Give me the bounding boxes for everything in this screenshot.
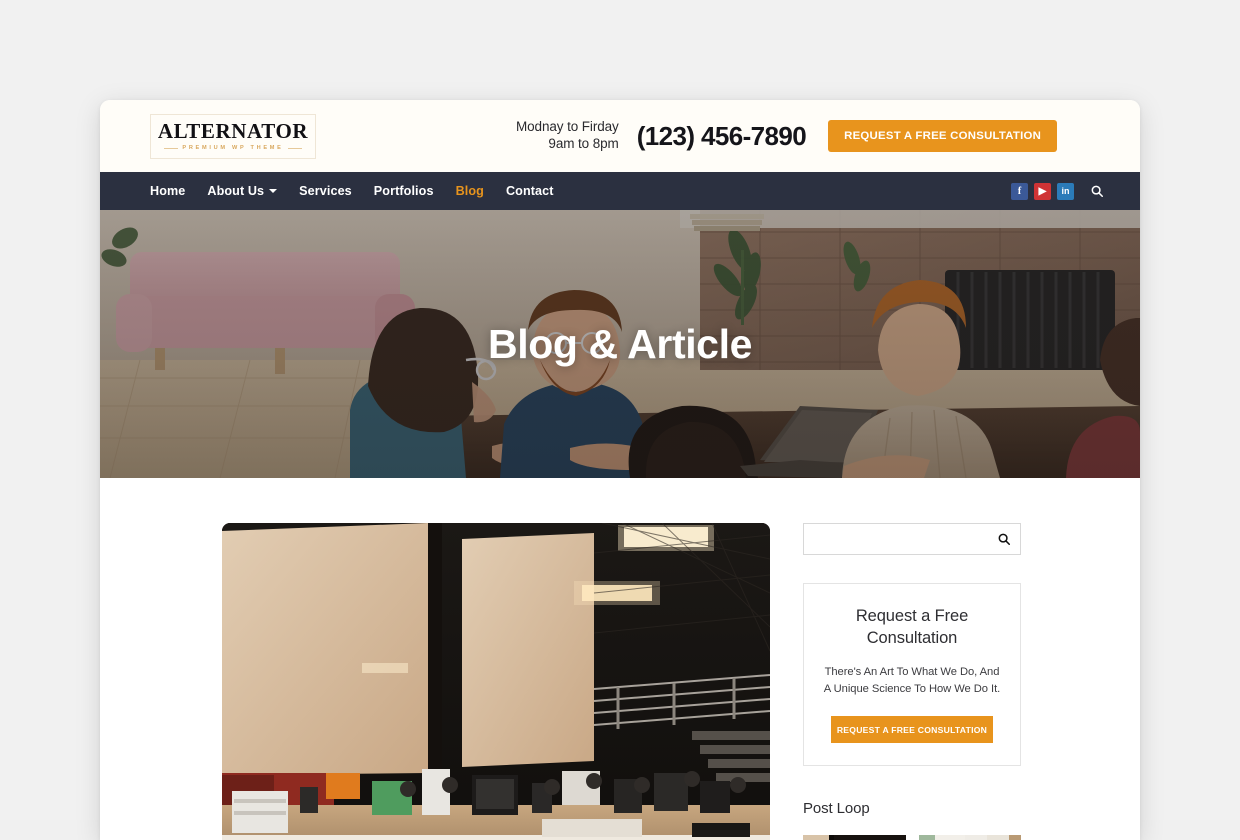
header-consultation-button[interactable]: REQUEST A FREE CONSULTATION (828, 120, 1057, 152)
site-logo[interactable]: ALTERNATOR PREMIUM WP THEME (150, 114, 316, 159)
sidebar-consultation-button[interactable]: REQUEST A FREE CONSULTATION (831, 716, 993, 743)
post-loop-title: Post Loop (803, 800, 1021, 817)
site-header: ALTERNATOR PREMIUM WP THEME Modnay to Fi… (100, 100, 1140, 172)
nav-social-group: f ▶ in (1011, 182, 1106, 200)
nav-item-label: Blog (456, 184, 484, 198)
business-hours-days: Modnay to Firday (516, 119, 619, 136)
phone-number[interactable]: (123) 456-7890 (637, 121, 806, 152)
business-hours-time: 9am to 8pm (516, 136, 619, 153)
article-column (222, 523, 770, 840)
consultation-description: There's An Art To What We Do, And A Uniq… (822, 664, 1002, 699)
main-navigation: Home About Us Services Portfolios Blog C… (100, 172, 1140, 210)
chevron-down-icon (269, 189, 277, 193)
search-icon[interactable] (997, 532, 1011, 546)
linkedin-icon[interactable]: in (1057, 183, 1074, 200)
consultation-widget: Request a Free Consultation There's An A… (803, 583, 1021, 766)
nav-item-portfolios[interactable]: Portfolios (374, 184, 434, 198)
browser-viewport: ALTERNATOR PREMIUM WP THEME Modnay to Fi… (100, 100, 1140, 840)
post-thumbnail-1[interactable] (803, 835, 906, 840)
nav-item-services[interactable]: Services (299, 184, 352, 198)
nav-item-label: Services (299, 184, 352, 198)
nav-links: Home About Us Services Portfolios Blog C… (150, 184, 554, 198)
nav-item-contact[interactable]: Contact (506, 184, 554, 198)
consultation-title: Request a Free Consultation (822, 606, 1002, 650)
logo-wordmark: ALTERNATOR (158, 121, 308, 142)
logo-tagline: PREMIUM WP THEME (164, 145, 301, 151)
nav-item-label: Contact (506, 184, 554, 198)
hero-banner: Blog & Article (100, 210, 1140, 478)
main-content: Request a Free Consultation There's An A… (100, 478, 1140, 840)
search-icon[interactable] (1088, 182, 1106, 200)
article-featured-image[interactable] (222, 523, 770, 840)
post-loop-grid (803, 835, 1021, 840)
nav-item-blog[interactable]: Blog (456, 184, 484, 198)
facebook-icon[interactable]: f (1011, 183, 1028, 200)
youtube-icon[interactable]: ▶ (1034, 183, 1051, 200)
page-title: Blog & Article (100, 210, 1140, 478)
nav-item-label: About Us (207, 184, 264, 198)
business-hours: Modnay to Firday 9am to 8pm (516, 119, 619, 153)
nav-item-about-us[interactable]: About Us (207, 184, 277, 198)
nav-item-label: Portfolios (374, 184, 434, 198)
sidebar-search-widget[interactable] (803, 523, 1021, 555)
nav-item-home[interactable]: Home (150, 184, 185, 198)
search-input[interactable] (814, 532, 997, 546)
nav-item-label: Home (150, 184, 185, 198)
post-thumbnail-2[interactable] (919, 835, 1022, 840)
sidebar: Request a Free Consultation There's An A… (803, 523, 1021, 840)
